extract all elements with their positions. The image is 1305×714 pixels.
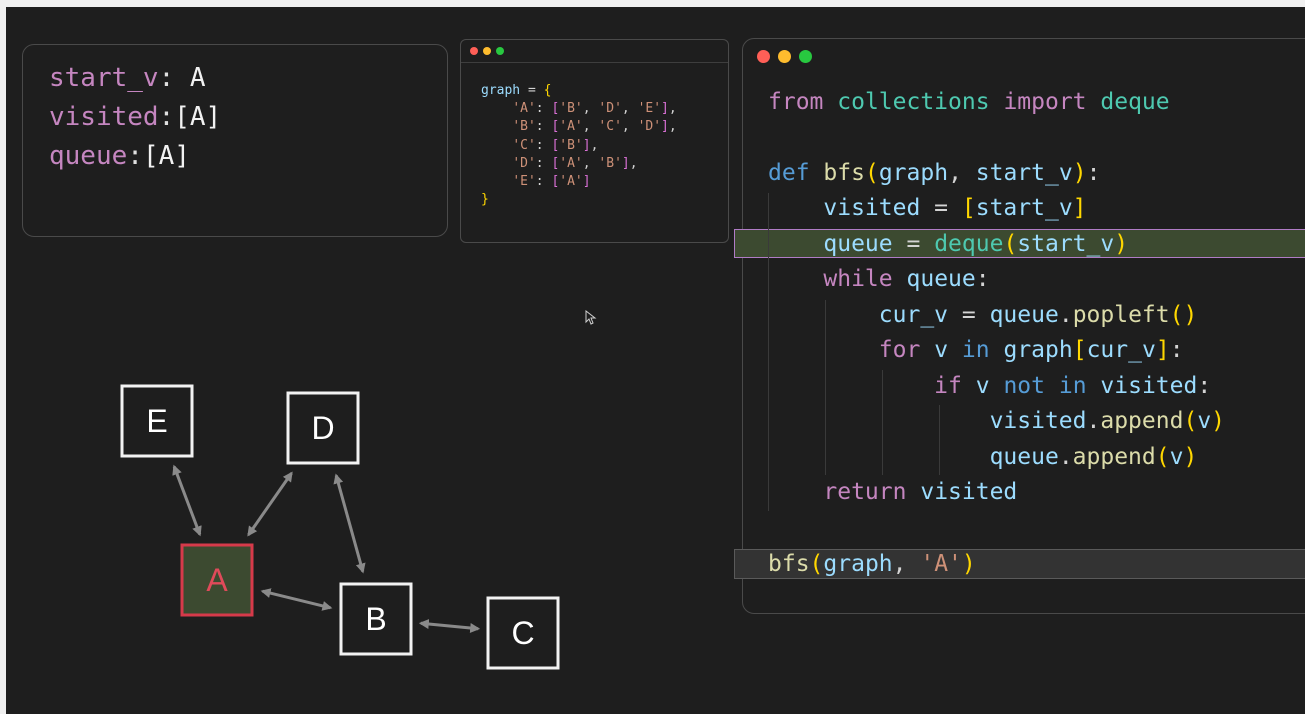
edge-A-E bbox=[172, 464, 202, 537]
edge-B-C bbox=[418, 619, 481, 633]
edge-A-D bbox=[247, 471, 293, 537]
node-B[interactable]: B bbox=[339, 582, 413, 656]
mouse-cursor-icon bbox=[585, 310, 597, 325]
node-label: B bbox=[365, 601, 386, 637]
node-label: C bbox=[511, 615, 534, 651]
node-label: D bbox=[311, 410, 334, 446]
node-A[interactable]: A bbox=[180, 543, 254, 617]
node-C[interactable]: C bbox=[486, 596, 560, 670]
node-D[interactable]: D bbox=[286, 391, 360, 465]
node-label: A bbox=[206, 562, 228, 598]
node-E[interactable]: E bbox=[120, 384, 194, 458]
edge-A-B bbox=[260, 588, 333, 611]
graph-diagram: E D A B C bbox=[120, 384, 560, 670]
edge-B-D bbox=[333, 473, 366, 574]
node-label: E bbox=[146, 403, 167, 439]
